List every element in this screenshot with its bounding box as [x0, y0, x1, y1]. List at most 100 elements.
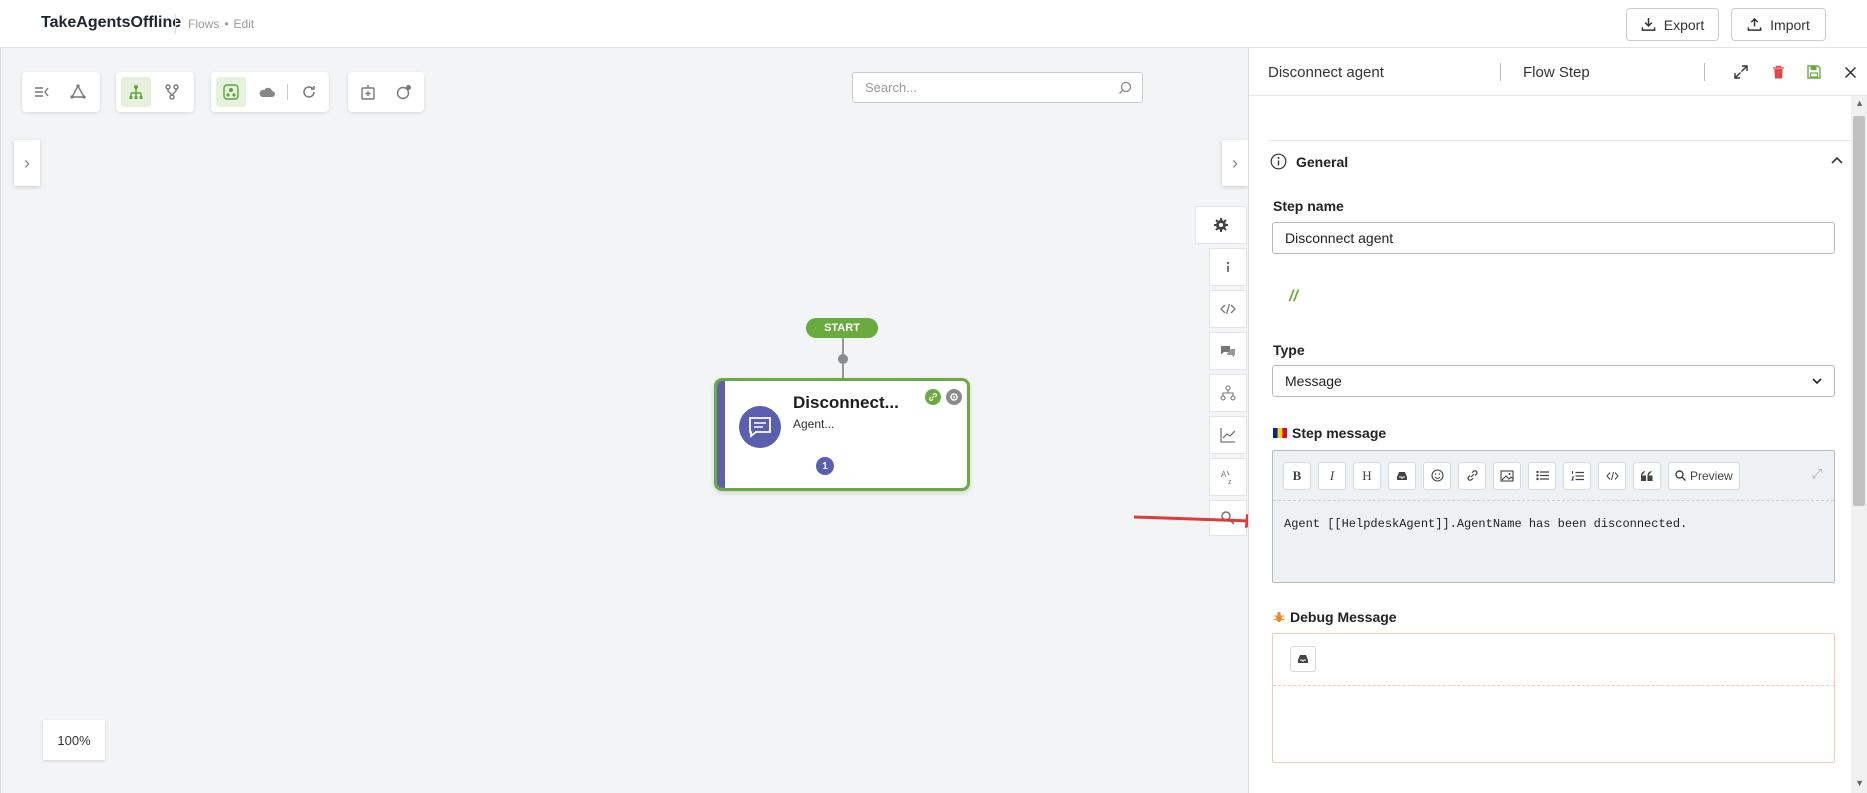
breadcrumb-separator: •	[224, 17, 229, 31]
bold-button[interactable]: B	[1283, 461, 1311, 490]
node-settings-icon[interactable]	[946, 389, 962, 405]
editor-toolbar: B I H Preview	[1273, 451, 1834, 501]
debug-inbox-button[interactable]	[1290, 646, 1316, 672]
app-title: TakeAgentsOffline	[41, 14, 182, 31]
toolbar-divider	[287, 84, 289, 100]
analytics-tool[interactable]	[1209, 416, 1247, 454]
flow-step-node[interactable]: Disconnect... Agent... 1	[714, 378, 970, 491]
add-node-icon[interactable]	[353, 77, 383, 107]
comment-toggle[interactable]: //	[1289, 288, 1298, 306]
image-button[interactable]	[1493, 461, 1521, 490]
link-button[interactable]	[1458, 461, 1486, 490]
link-icon[interactable]	[925, 389, 941, 405]
chat-icon	[1221, 346, 1235, 357]
panel-subtitle: Flow Step	[1523, 64, 1590, 81]
hierarchy-icon	[1220, 385, 1236, 401]
emoji-button[interactable]	[1423, 461, 1451, 490]
svg-text:A: A	[1221, 470, 1227, 479]
quote-button[interactable]	[1633, 461, 1661, 490]
debug-editor-toolbar	[1273, 634, 1834, 686]
node-title: Disconnect...	[793, 393, 899, 412]
node-count-badge: 1	[816, 457, 834, 475]
bullet-list-button[interactable]	[1528, 461, 1556, 490]
panel-scrollbar-thumb[interactable]	[1853, 116, 1865, 506]
code-button[interactable]	[1598, 461, 1626, 490]
toolbar-group-view	[22, 72, 100, 112]
italic-button[interactable]: I	[1318, 461, 1346, 490]
smiley-icon	[1430, 469, 1444, 482]
inbox-button[interactable]	[1388, 461, 1416, 490]
close-icon[interactable]	[1841, 63, 1859, 81]
scroll-down-icon[interactable]: ▼	[1855, 778, 1864, 788]
collapse-menu-icon[interactable]	[27, 77, 57, 107]
branch-icon[interactable]	[157, 77, 187, 107]
zoom-level[interactable]: 100%	[43, 720, 105, 760]
group-active-icon[interactable]	[216, 77, 246, 107]
bullet-list-icon	[1535, 470, 1549, 481]
step-message-text[interactable]: Agent [[HelpdeskAgent]].AgentName has be…	[1284, 517, 1687, 531]
add-circle-icon[interactable]	[389, 77, 419, 107]
node-subtitle: Agent...	[793, 417, 835, 431]
header-divider	[175, 14, 176, 34]
settings-tool[interactable]	[1195, 206, 1247, 244]
step-name-field[interactable]: Disconnect agent	[1272, 222, 1835, 254]
type-select-value: Message	[1285, 373, 1342, 389]
breadcrumb-flows[interactable]: Flows	[188, 17, 219, 31]
nodes-icon[interactable]	[63, 77, 93, 107]
right-panel-toggle[interactable]: ›	[1222, 140, 1248, 186]
delete-icon[interactable]	[1769, 63, 1787, 81]
canvas-border	[0, 48, 1, 793]
expand-icon[interactable]	[1732, 63, 1750, 81]
export-label: Export	[1663, 16, 1705, 33]
panel-title: Disconnect agent	[1268, 64, 1384, 81]
refresh-icon[interactable]	[294, 77, 324, 107]
general-section-header[interactable]: General	[1268, 140, 1853, 180]
tree-layout-icon[interactable]	[121, 77, 151, 107]
chevron-right-icon: ›	[24, 152, 30, 173]
code-tool[interactable]	[1209, 290, 1247, 328]
step-name-label: Step name	[1273, 198, 1344, 214]
left-panel-toggle[interactable]: ›	[14, 140, 40, 186]
import-button[interactable]: Import	[1731, 8, 1826, 41]
numbered-list-button[interactable]	[1563, 461, 1591, 490]
toolbar-group-layout	[116, 72, 194, 112]
search-icon[interactable]	[1118, 81, 1132, 95]
step-message-editor: B I H Preview ⤢ Agent [[HelpdeskAgent]].…	[1272, 450, 1835, 583]
panel-divider	[1500, 63, 1501, 81]
inbox-icon	[1397, 471, 1407, 480]
chevron-up-icon[interactable]	[1831, 156, 1843, 164]
preview-button[interactable]: Preview	[1668, 461, 1740, 490]
breadcrumb-edit: Edit	[233, 17, 255, 31]
inbox-icon	[1298, 655, 1308, 663]
flow-canvas[interactable]	[0, 48, 1248, 793]
chat-tool[interactable]	[1209, 332, 1247, 370]
step-properties-panel: Disconnect agent Flow Step ▲ ▼ General S…	[1248, 48, 1867, 793]
node-stripe	[717, 381, 725, 488]
translate-tool[interactable]: Az	[1209, 458, 1247, 496]
type-label: Type	[1273, 342, 1305, 358]
connector-dot[interactable]	[838, 354, 848, 364]
bug-icon	[1273, 611, 1285, 622]
romania-flag-icon	[1273, 428, 1287, 438]
heading-button[interactable]: H	[1353, 461, 1381, 490]
download-icon	[1641, 17, 1656, 31]
save-icon[interactable]	[1805, 63, 1823, 81]
chevron-down-icon	[1812, 377, 1822, 384]
export-button[interactable]: Export	[1626, 8, 1719, 41]
type-select[interactable]: Message	[1272, 365, 1835, 397]
step-message-label: Step message	[1292, 425, 1387, 441]
chevron-right-icon: ›	[1232, 152, 1238, 173]
info-icon	[1226, 261, 1230, 272]
info-tool[interactable]	[1209, 248, 1247, 286]
cloud-icon[interactable]	[252, 77, 282, 107]
search-input[interactable]	[863, 79, 1093, 96]
code-icon	[1605, 471, 1619, 480]
image-icon	[1500, 469, 1514, 482]
start-marker[interactable]: START	[806, 318, 878, 338]
scroll-up-icon[interactable]: ▲	[1855, 98, 1864, 108]
toolbar-group-actions	[211, 72, 329, 112]
panel-header: Disconnect agent Flow Step	[1249, 48, 1867, 96]
toolbar-group-add	[348, 72, 424, 112]
fullscreen-icon[interactable]: ⤢	[1812, 466, 1822, 482]
hierarchy-tool[interactable]	[1209, 374, 1247, 412]
